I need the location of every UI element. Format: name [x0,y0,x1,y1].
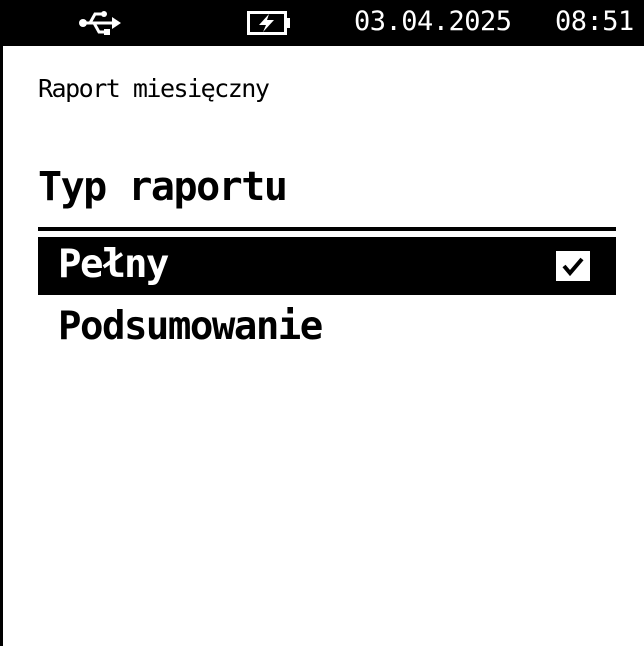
option-label: Podsumowanie [58,304,323,349]
status-bar: 03.04.2025 08:51 [0,0,644,46]
usb-icon [78,8,122,38]
checkmark-icon [556,251,590,281]
status-date: 03.04.2025 [354,6,512,37]
report-type-option-summary[interactable]: Podsumowanie [38,299,616,357]
status-time: 08:51 [555,6,634,37]
screen-title: Raport miesięczny [38,74,270,103]
report-type-option-full[interactable]: Pełny [38,237,616,295]
section-heading: Typ raportu [38,164,288,210]
option-label: Pełny [58,242,169,287]
screen-left-border [0,46,3,646]
battery-charging-icon [247,11,291,35]
heading-divider [38,227,616,231]
device-screen: 03.04.2025 08:51 Raport miesięczny Typ r… [0,0,644,646]
